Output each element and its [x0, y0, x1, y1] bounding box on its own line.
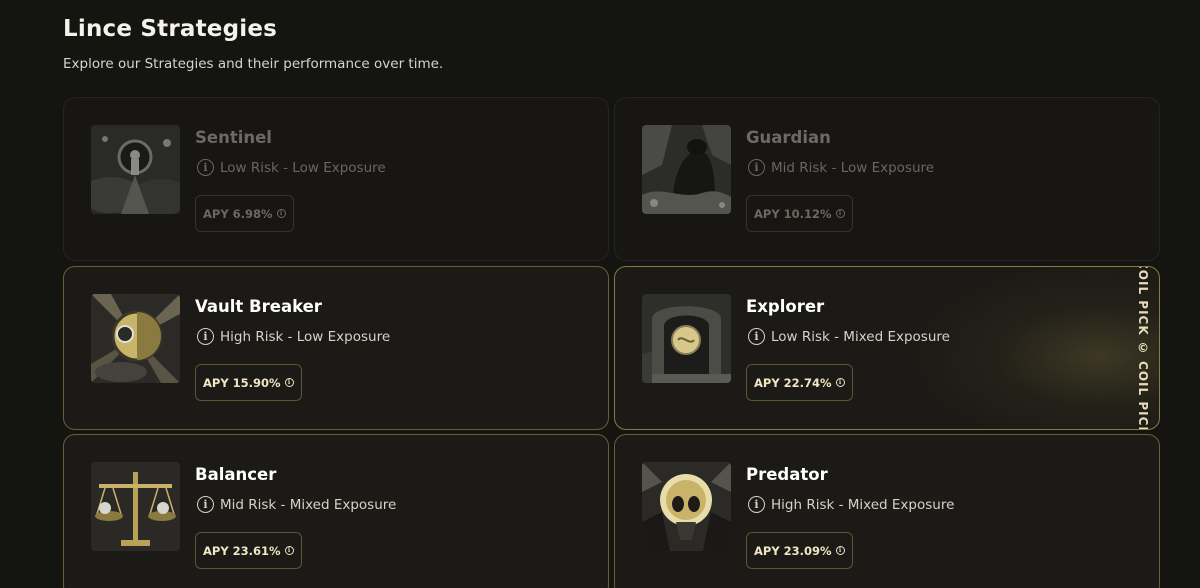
- strategy-name: Sentinel: [195, 128, 272, 147]
- strategy-card-guardian[interactable]: Guardian i Mid Risk - Low Exposure APY 1…: [614, 97, 1160, 261]
- risk-text: Mid Risk - Mixed Exposure: [220, 496, 397, 513]
- strategy-card-vault-breaker[interactable]: Vault Breaker i High Risk - Low Exposure…: [63, 266, 609, 430]
- info-icon[interactable]: i: [748, 159, 765, 176]
- apy-badge[interactable]: APY 15.90% i: [195, 364, 302, 401]
- risk-text: High Risk - Low Exposure: [220, 328, 391, 345]
- portal-icon: [642, 294, 731, 383]
- info-icon[interactable]: i: [284, 546, 294, 555]
- info-icon[interactable]: i: [748, 328, 765, 345]
- apy-value: APY 6.98%: [203, 206, 273, 221]
- strategy-card-predator[interactable]: Predator i High Risk - Mixed Exposure AP…: [614, 434, 1160, 588]
- apy-badge[interactable]: APY 23.09% i: [746, 532, 853, 569]
- coil-pick-ribbon: COIL PICK © COIL PICK: [1133, 267, 1153, 429]
- panther-icon: [642, 125, 731, 214]
- info-icon[interactable]: i: [197, 496, 214, 513]
- apy-value: APY 15.90%: [203, 375, 281, 390]
- info-icon[interactable]: i: [284, 378, 294, 387]
- highlight-glow: [919, 267, 1159, 429]
- info-icon[interactable]: i: [197, 328, 214, 345]
- strategy-name: Guardian: [746, 128, 831, 147]
- strategy-name: Balancer: [195, 465, 277, 484]
- risk-text: Low Risk - Mixed Exposure: [771, 328, 950, 345]
- risk-label: i Low Risk - Low Exposure: [197, 159, 386, 176]
- apy-badge[interactable]: APY 22.74% i: [746, 364, 853, 401]
- apy-badge[interactable]: APY 6.98% i: [195, 195, 294, 232]
- info-icon[interactable]: i: [197, 159, 214, 176]
- risk-text: Mid Risk - Low Exposure: [771, 159, 935, 176]
- info-icon[interactable]: i: [276, 209, 286, 218]
- apy-badge[interactable]: APY 23.61% i: [195, 532, 302, 569]
- risk-label: i Mid Risk - Low Exposure: [748, 159, 934, 176]
- strategy-card-explorer[interactable]: Explorer i Low Risk - Mixed Exposure APY…: [614, 266, 1160, 430]
- apy-value: APY 23.09%: [754, 543, 832, 558]
- risk-label: i High Risk - Low Exposure: [197, 328, 390, 345]
- page-title: Lince Strategies: [63, 16, 278, 42]
- strategy-name: Explorer: [746, 297, 825, 316]
- page-subtitle: Explore our Strategies and their perform…: [63, 56, 444, 72]
- scales-icon: [91, 462, 180, 551]
- vault-door-icon: [91, 294, 180, 383]
- risk-text: High Risk - Mixed Exposure: [771, 496, 955, 513]
- apy-badge[interactable]: APY 10.12% i: [746, 195, 853, 232]
- strategy-name: Predator: [746, 465, 828, 484]
- risk-label: i Mid Risk - Mixed Exposure: [197, 496, 396, 513]
- info-icon[interactable]: i: [835, 546, 845, 555]
- skull-icon: [642, 462, 731, 551]
- apy-value: APY 22.74%: [754, 375, 832, 390]
- apy-value: APY 23.61%: [203, 543, 281, 558]
- strategy-name: Vault Breaker: [195, 297, 322, 316]
- risk-text: Low Risk - Low Exposure: [220, 159, 386, 176]
- info-icon[interactable]: i: [835, 378, 845, 387]
- risk-label: i High Risk - Mixed Exposure: [748, 496, 954, 513]
- info-icon[interactable]: i: [835, 209, 845, 218]
- info-icon[interactable]: i: [748, 496, 765, 513]
- strategy-card-balancer[interactable]: Balancer i Mid Risk - Mixed Exposure APY…: [63, 434, 609, 588]
- apy-value: APY 10.12%: [754, 206, 832, 221]
- keyhole-icon: [91, 125, 180, 214]
- ribbon-text: COIL PICK © COIL PICK: [1136, 266, 1150, 430]
- risk-label: i Low Risk - Mixed Exposure: [748, 328, 950, 345]
- strategy-card-sentinel[interactable]: Sentinel i Low Risk - Low Exposure APY 6…: [63, 97, 609, 261]
